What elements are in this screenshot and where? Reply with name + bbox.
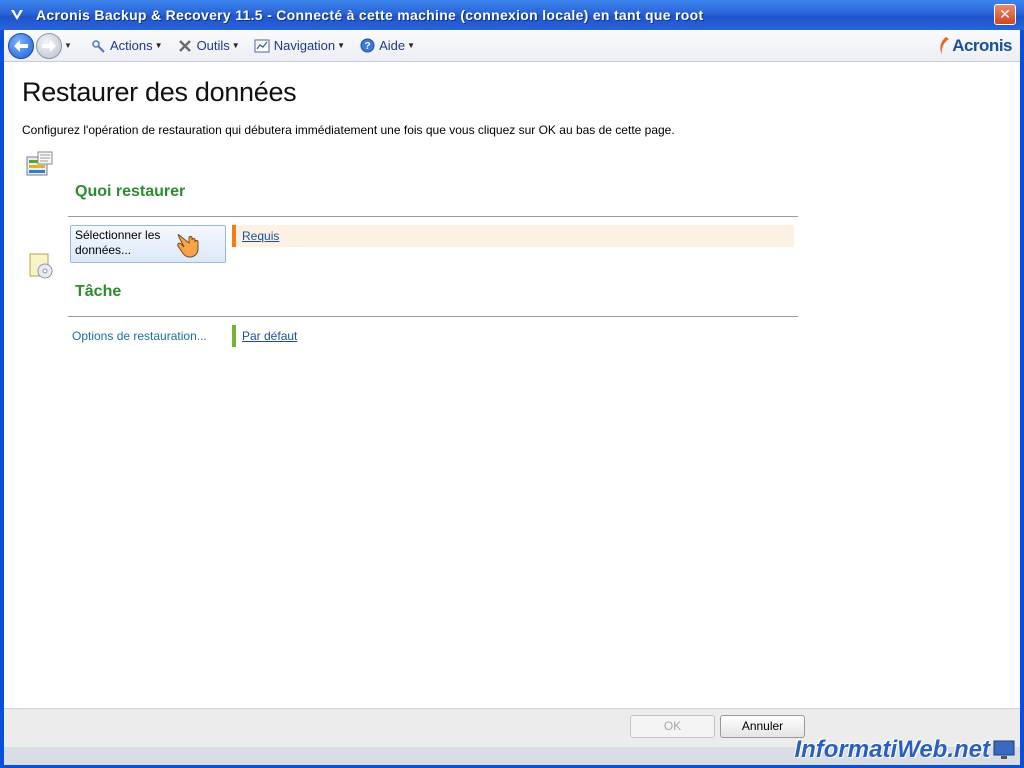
required-status-row: Requis [232,225,794,247]
acronis-app-icon[interactable] [8,6,26,24]
window-title: Acronis Backup & Recovery 11.5 - Connect… [36,7,704,23]
select-data-button[interactable]: Sélectionner les données... [70,225,226,263]
section-divider [68,216,798,217]
back-button[interactable] [8,32,34,59]
footer-bar: OK Annuler InformatiWeb.net [4,708,1020,765]
page-description: Configurez l'opération de restauration q… [22,123,675,137]
default-status-marker [232,325,236,347]
pointer-hand-icon [175,229,203,263]
chevron-down-icon: ▼ [231,41,240,50]
help-icon: ? [359,38,375,54]
menu-navigation-label: Navigation [273,38,336,53]
menu-tools[interactable]: Outils ▼ [173,34,244,58]
monitor-icon [992,738,1016,762]
section-title-task: Tâche [75,283,122,300]
tools-icon [177,38,193,54]
page-title: Restaurer des données [22,77,297,107]
ok-button[interactable]: OK [630,715,715,738]
menu-navigation[interactable]: Navigation ▼ [250,34,349,58]
task-icon [26,249,58,281]
chevron-down-icon: ▼ [407,41,416,50]
window-frame: ▼ Actions ▼ Outils ▼ Navigation ▼ ? Aide… [0,30,1024,768]
toolbar: ▼ Actions ▼ Outils ▼ Navigation ▼ ? Aide… [4,30,1020,62]
arrow-left-icon [14,39,28,52]
acronis-swoosh-icon [940,37,950,55]
cancel-button[interactable]: Annuler [720,715,805,738]
menu-help-label: Aide [379,38,406,53]
chevron-down-icon: ▼ [337,41,346,50]
section-title-what: Quoi restaurer [75,183,186,200]
actions-icon [90,38,106,54]
close-button[interactable]: ✕ [994,4,1016,25]
data-source-icon [24,149,56,181]
menu-help[interactable]: ? Aide ▼ [355,34,419,58]
menu-actions-label: Actions [110,38,153,53]
watermark-text: InformatiWeb.net [794,736,990,763]
forward-button[interactable] [36,32,62,59]
default-status-row: Par défaut [232,325,432,347]
svg-text:?: ? [364,41,370,52]
logo-text: Acronis [952,36,1012,55]
content-area: Restaurer des données Configurez l'opéra… [4,63,1020,708]
menu-actions[interactable]: Actions ▼ [86,34,167,58]
select-data-label: Sélectionner les données... [75,228,161,257]
required-link[interactable]: Requis [242,229,279,243]
default-link[interactable]: Par défaut [242,329,297,343]
required-status-marker [232,225,236,247]
section-divider [68,316,798,317]
chevron-down-icon: ▼ [154,41,163,50]
menu-tools-label: Outils [196,38,230,53]
acronis-logo: Acronis [936,34,1012,58]
title-bar: Acronis Backup & Recovery 11.5 - Connect… [0,0,1024,30]
history-dropdown-icon[interactable]: ▼ [64,41,74,50]
navigation-icon [254,38,270,54]
restore-options-link[interactable]: Options de restauration... [72,329,207,343]
arrow-right-icon [42,39,56,52]
main-window: ▼ Actions ▼ Outils ▼ Navigation ▼ ? Aide… [4,30,1020,765]
